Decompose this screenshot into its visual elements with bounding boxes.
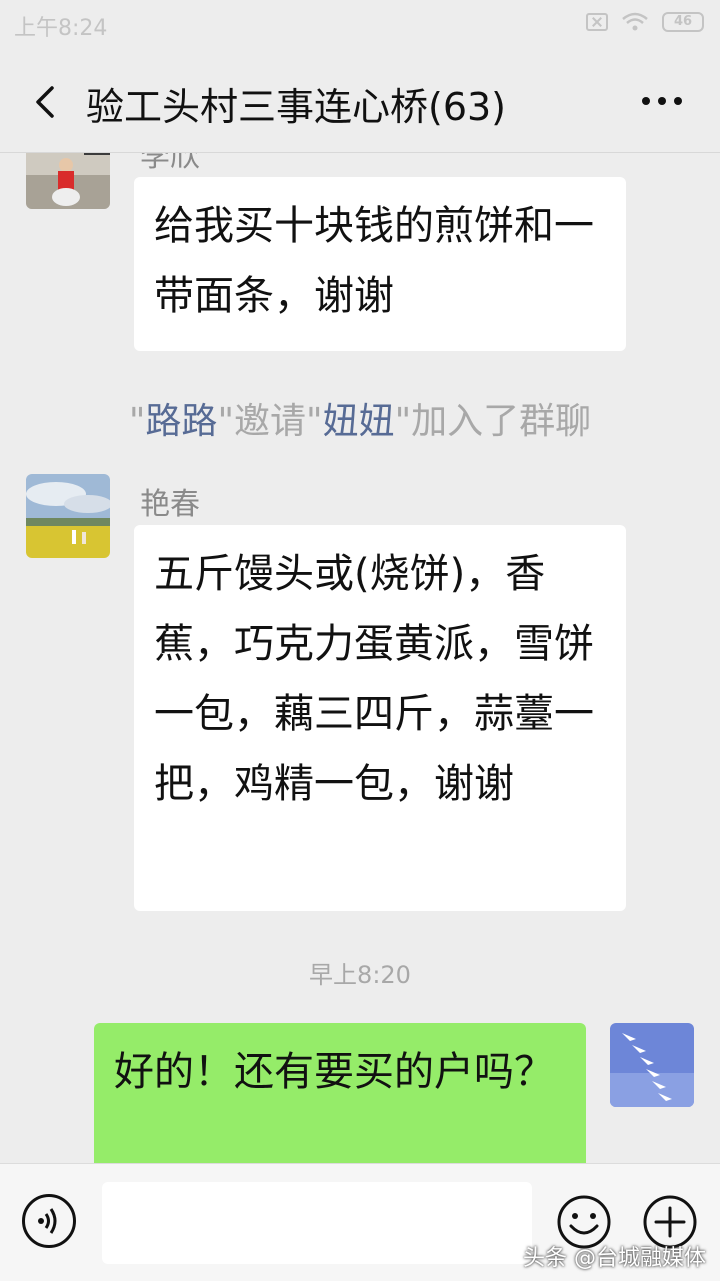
battery-icon: 46	[662, 12, 704, 32]
avatar-photo	[610, 1023, 694, 1107]
time-separator: 早上8:20	[309, 961, 411, 989]
back-arrow-icon[interactable]	[28, 84, 64, 120]
status-icons: 46	[586, 12, 704, 32]
voice-input-button[interactable]	[22, 1194, 76, 1248]
message-input[interactable]	[102, 1182, 532, 1264]
no-sim-icon	[586, 13, 608, 31]
status-time: 上午8:24	[14, 16, 108, 41]
sender-name: 艳春	[140, 487, 200, 522]
avatar[interactable]	[26, 474, 110, 558]
system-message: "路路"邀请"妞妞"加入了群聊	[128, 401, 592, 442]
my-avatar[interactable]	[610, 1023, 694, 1107]
message-bubble[interactable]: 五斤馒头或(烧饼)，香蕉，巧克力蛋黄派，雪饼一包，藕三四斤，蒜薹一把，鸡精一包，…	[134, 525, 626, 911]
message-text: 好的！还有要买的户吗？	[114, 1049, 554, 1095]
invitee-name[interactable]: 妞妞	[323, 401, 395, 442]
voice-icon	[38, 1208, 57, 1234]
outgoing-message-bubble[interactable]: 好的！还有要买的户吗？	[94, 1023, 586, 1163]
more-options-icon[interactable]	[640, 94, 684, 108]
chat-title: 验工头村三事连心桥(63)	[86, 85, 507, 129]
avatar[interactable]	[26, 153, 110, 209]
inviter-name[interactable]: 路路	[145, 401, 217, 442]
avatar-photo	[26, 153, 110, 209]
watermark: 头条 @台城融媒体	[523, 1246, 706, 1271]
chat-message-list[interactable]: 李欣 给我买十块钱的煎饼和一带面条，谢谢 "路路"邀请"妞妞"加入了群聊 艳春 …	[0, 153, 720, 1163]
status-bar: 上午8:24 46	[0, 0, 720, 52]
message-bubble[interactable]: 给我买十块钱的煎饼和一带面条，谢谢	[134, 177, 626, 351]
message-text: 给我买十块钱的煎饼和一带面条，谢谢	[154, 203, 594, 319]
avatar-photo	[26, 474, 110, 558]
wifi-icon	[622, 12, 648, 31]
chat-header: 验工头村三事连心桥(63)	[0, 52, 720, 153]
message-text: 五斤馒头或(烧饼)，香蕉，巧克力蛋黄派，雪饼一包，藕三四斤，蒜薹一把，鸡精一包，…	[154, 551, 594, 807]
sender-name: 李欣	[140, 153, 200, 174]
